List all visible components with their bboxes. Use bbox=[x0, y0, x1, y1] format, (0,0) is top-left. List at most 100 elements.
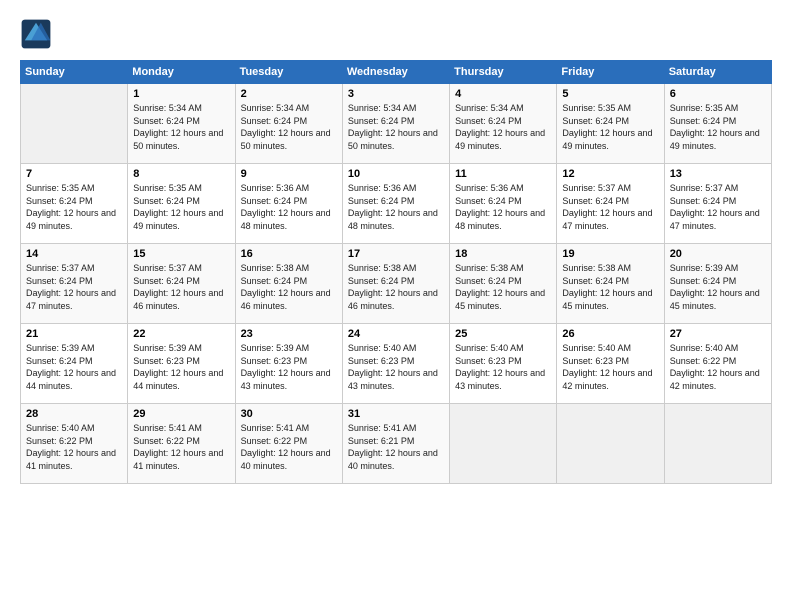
day-info: Sunrise: 5:38 AMSunset: 6:24 PMDaylight:… bbox=[562, 262, 658, 312]
calendar-cell: 13 Sunrise: 5:37 AMSunset: 6:24 PMDayligh… bbox=[664, 164, 771, 244]
day-info: Sunrise: 5:39 AMSunset: 6:23 PMDaylight:… bbox=[241, 342, 337, 392]
calendar-cell: 19 Sunrise: 5:38 AMSunset: 6:24 PMDayligh… bbox=[557, 244, 664, 324]
day-info: Sunrise: 5:36 AMSunset: 6:24 PMDaylight:… bbox=[348, 182, 444, 232]
calendar-week-2: 7 Sunrise: 5:35 AMSunset: 6:24 PMDaylight… bbox=[21, 164, 772, 244]
day-info: Sunrise: 5:37 AMSunset: 6:24 PMDaylight:… bbox=[133, 262, 229, 312]
day-info: Sunrise: 5:40 AMSunset: 6:23 PMDaylight:… bbox=[348, 342, 444, 392]
calendar-cell: 9 Sunrise: 5:36 AMSunset: 6:24 PMDaylight… bbox=[235, 164, 342, 244]
calendar-cell: 21 Sunrise: 5:39 AMSunset: 6:24 PMDayligh… bbox=[21, 324, 128, 404]
day-number: 27 bbox=[670, 328, 766, 340]
calendar-cell: 20 Sunrise: 5:39 AMSunset: 6:24 PMDayligh… bbox=[664, 244, 771, 324]
day-info: Sunrise: 5:35 AMSunset: 6:24 PMDaylight:… bbox=[562, 102, 658, 152]
page-container: SundayMondayTuesdayWednesdayThursdayFrid… bbox=[0, 0, 792, 494]
day-info: Sunrise: 5:37 AMSunset: 6:24 PMDaylight:… bbox=[26, 262, 122, 312]
day-info: Sunrise: 5:35 AMSunset: 6:24 PMDaylight:… bbox=[133, 182, 229, 232]
day-number: 30 bbox=[241, 408, 337, 420]
day-number: 15 bbox=[133, 248, 229, 260]
logo-icon bbox=[20, 18, 52, 50]
day-info: Sunrise: 5:40 AMSunset: 6:22 PMDaylight:… bbox=[670, 342, 766, 392]
calendar-cell: 25 Sunrise: 5:40 AMSunset: 6:23 PMDayligh… bbox=[450, 324, 557, 404]
calendar-cell: 8 Sunrise: 5:35 AMSunset: 6:24 PMDaylight… bbox=[128, 164, 235, 244]
calendar-cell bbox=[21, 84, 128, 164]
day-number: 21 bbox=[26, 328, 122, 340]
calendar-cell: 27 Sunrise: 5:40 AMSunset: 6:22 PMDayligh… bbox=[664, 324, 771, 404]
day-number: 23 bbox=[241, 328, 337, 340]
day-info: Sunrise: 5:37 AMSunset: 6:24 PMDaylight:… bbox=[562, 182, 658, 232]
day-info: Sunrise: 5:40 AMSunset: 6:23 PMDaylight:… bbox=[562, 342, 658, 392]
col-header-friday: Friday bbox=[557, 61, 664, 84]
col-header-wednesday: Wednesday bbox=[342, 61, 449, 84]
calendar-week-3: 14Sunrise: 5:37 AMSunset: 6:24 PMDayligh… bbox=[21, 244, 772, 324]
day-info: Sunrise: 5:39 AMSunset: 6:23 PMDaylight:… bbox=[133, 342, 229, 392]
day-info: Sunrise: 5:39 AMSunset: 6:24 PMDaylight:… bbox=[670, 262, 766, 312]
calendar-week-4: 21 Sunrise: 5:39 AMSunset: 6:24 PMDayligh… bbox=[21, 324, 772, 404]
day-info: Sunrise: 5:35 AMSunset: 6:24 PMDaylight:… bbox=[26, 182, 122, 232]
calendar-cell: 10Sunrise: 5:36 AMSunset: 6:24 PMDayligh… bbox=[342, 164, 449, 244]
day-number: 12 bbox=[562, 168, 658, 180]
calendar-cell: 18 Sunrise: 5:38 AMSunset: 6:24 PMDayligh… bbox=[450, 244, 557, 324]
calendar-cell: 3 Sunrise: 5:34 AMSunset: 6:24 PMDaylight… bbox=[342, 84, 449, 164]
day-number: 5 bbox=[562, 88, 658, 100]
day-info: Sunrise: 5:38 AMSunset: 6:24 PMDaylight:… bbox=[241, 262, 337, 312]
day-info: Sunrise: 5:34 AMSunset: 6:24 PMDaylight:… bbox=[348, 102, 444, 152]
day-info: Sunrise: 5:35 AMSunset: 6:24 PMDaylight:… bbox=[670, 102, 766, 152]
calendar-cell: 1 Sunrise: 5:34 AMSunset: 6:24 PMDaylight… bbox=[128, 84, 235, 164]
calendar-cell: 12 Sunrise: 5:37 AMSunset: 6:24 PMDayligh… bbox=[557, 164, 664, 244]
calendar-cell: 2Sunrise: 5:34 AMSunset: 6:24 PMDaylight… bbox=[235, 84, 342, 164]
calendar-cell: 26 Sunrise: 5:40 AMSunset: 6:23 PMDayligh… bbox=[557, 324, 664, 404]
day-info: Sunrise: 5:40 AMSunset: 6:23 PMDaylight:… bbox=[455, 342, 551, 392]
calendar-cell bbox=[450, 404, 557, 484]
day-info: Sunrise: 5:38 AMSunset: 6:24 PMDaylight:… bbox=[455, 262, 551, 312]
day-info: Sunrise: 5:36 AMSunset: 6:24 PMDaylight:… bbox=[241, 182, 337, 232]
day-number: 7 bbox=[26, 168, 122, 180]
day-number: 25 bbox=[455, 328, 551, 340]
calendar-cell: 22 Sunrise: 5:39 AMSunset: 6:23 PMDayligh… bbox=[128, 324, 235, 404]
day-info: Sunrise: 5:41 AMSunset: 6:22 PMDaylight:… bbox=[133, 422, 229, 472]
calendar-cell: 24 Sunrise: 5:40 AMSunset: 6:23 PMDayligh… bbox=[342, 324, 449, 404]
day-number: 31 bbox=[348, 408, 444, 420]
day-info: Sunrise: 5:37 AMSunset: 6:24 PMDaylight:… bbox=[670, 182, 766, 232]
calendar-cell: 5 Sunrise: 5:35 AMSunset: 6:24 PMDaylight… bbox=[557, 84, 664, 164]
calendar-week-5: 28Sunrise: 5:40 AMSunset: 6:22 PMDayligh… bbox=[21, 404, 772, 484]
calendar-cell: 30 Sunrise: 5:41 AMSunset: 6:22 PMDayligh… bbox=[235, 404, 342, 484]
col-header-tuesday: Tuesday bbox=[235, 61, 342, 84]
day-number: 13 bbox=[670, 168, 766, 180]
day-number: 20 bbox=[670, 248, 766, 260]
calendar-cell: 17Sunrise: 5:38 AMSunset: 6:24 PMDayligh… bbox=[342, 244, 449, 324]
day-number: 8 bbox=[133, 168, 229, 180]
calendar-week-1: 1 Sunrise: 5:34 AMSunset: 6:24 PMDaylight… bbox=[21, 84, 772, 164]
calendar-cell: 6 Sunrise: 5:35 AMSunset: 6:24 PMDaylight… bbox=[664, 84, 771, 164]
day-info: Sunrise: 5:40 AMSunset: 6:22 PMDaylight:… bbox=[26, 422, 122, 472]
day-number: 9 bbox=[241, 168, 337, 180]
day-info: Sunrise: 5:41 AMSunset: 6:22 PMDaylight:… bbox=[241, 422, 337, 472]
day-info: Sunrise: 5:34 AMSunset: 6:24 PMDaylight:… bbox=[133, 102, 229, 152]
day-number: 26 bbox=[562, 328, 658, 340]
calendar-cell: 28Sunrise: 5:40 AMSunset: 6:22 PMDayligh… bbox=[21, 404, 128, 484]
col-header-thursday: Thursday bbox=[450, 61, 557, 84]
col-header-sunday: Sunday bbox=[21, 61, 128, 84]
calendar-cell: 11Sunrise: 5:36 AMSunset: 6:24 PMDayligh… bbox=[450, 164, 557, 244]
day-number: 29 bbox=[133, 408, 229, 420]
col-header-saturday: Saturday bbox=[664, 61, 771, 84]
calendar-cell bbox=[664, 404, 771, 484]
day-number: 2 bbox=[241, 88, 337, 100]
calendar-cell: 29 Sunrise: 5:41 AMSunset: 6:22 PMDayligh… bbox=[128, 404, 235, 484]
calendar-table: SundayMondayTuesdayWednesdayThursdayFrid… bbox=[20, 60, 772, 484]
col-header-monday: Monday bbox=[128, 61, 235, 84]
calendar-cell: 14Sunrise: 5:37 AMSunset: 6:24 PMDayligh… bbox=[21, 244, 128, 324]
day-number: 6 bbox=[670, 88, 766, 100]
day-number: 17 bbox=[348, 248, 444, 260]
day-number: 24 bbox=[348, 328, 444, 340]
day-number: 18 bbox=[455, 248, 551, 260]
day-number: 1 bbox=[133, 88, 229, 100]
day-number: 19 bbox=[562, 248, 658, 260]
day-info: Sunrise: 5:39 AMSunset: 6:24 PMDaylight:… bbox=[26, 342, 122, 392]
page-header bbox=[20, 18, 772, 50]
day-info: Sunrise: 5:34 AMSunset: 6:24 PMDaylight:… bbox=[455, 102, 551, 152]
day-number: 3 bbox=[348, 88, 444, 100]
calendar-header-row: SundayMondayTuesdayWednesdayThursdayFrid… bbox=[21, 61, 772, 84]
calendar-cell bbox=[557, 404, 664, 484]
day-number: 4 bbox=[455, 88, 551, 100]
day-info: Sunrise: 5:41 AMSunset: 6:21 PMDaylight:… bbox=[348, 422, 444, 472]
day-number: 22 bbox=[133, 328, 229, 340]
